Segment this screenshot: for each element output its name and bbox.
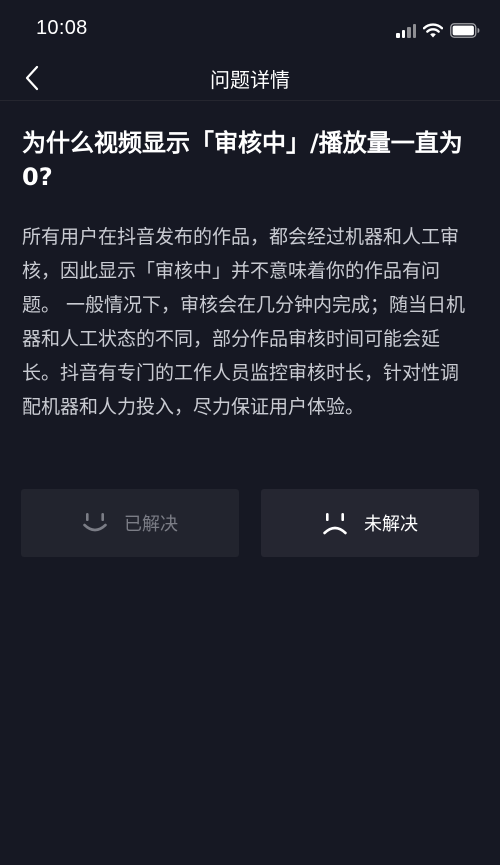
smile-icon (82, 511, 108, 535)
status-icons (396, 20, 480, 38)
unresolved-label: 未解决 (364, 514, 418, 535)
nav-bar: 问题详情 (0, 56, 500, 101)
resolved-label: 已解决 (124, 514, 178, 535)
frown-icon (322, 511, 348, 535)
page-title: 问题详情 (210, 68, 290, 92)
wifi-icon (423, 23, 443, 38)
question-title: 为什么视频显示「审核中」/播放量一直为0? (22, 129, 463, 191)
feedback-buttons: 已解决 未解决 (21, 489, 479, 557)
signal-icon (396, 24, 416, 38)
unresolved-button[interactable]: 未解决 (261, 489, 479, 557)
answer-body: 所有用户在抖音发布的作品，都会经过机器和人工审核，因此显示「审核中」并不意味着你… (22, 226, 466, 418)
status-bar: 10:08 (0, 0, 500, 56)
resolved-button[interactable]: 已解决 (21, 489, 239, 557)
battery-icon (450, 23, 480, 38)
status-time: 10:08 (36, 17, 88, 39)
